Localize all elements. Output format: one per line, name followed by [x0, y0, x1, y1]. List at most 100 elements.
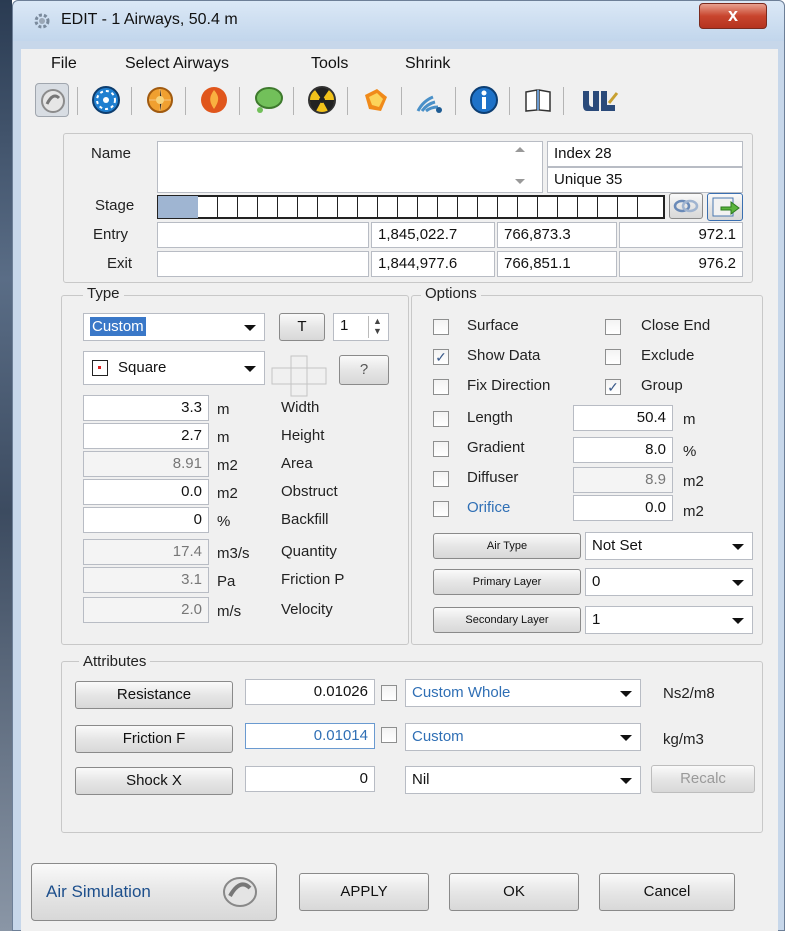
surface-label: Surface — [467, 317, 519, 334]
friction-factor-field[interactable]: 0.01014 — [245, 723, 375, 749]
regulator-icon[interactable] — [143, 83, 177, 117]
air-simulation-icon — [223, 877, 257, 907]
air-simulation-label: Air Simulation — [46, 882, 151, 901]
primary-layer-select[interactable]: 0 — [585, 568, 753, 596]
exclude-label: Exclude — [641, 347, 695, 364]
stepper-arrows-icon[interactable]: ▲ ▼ — [368, 316, 386, 338]
entry-x-field[interactable]: 1,845,022.7 — [371, 222, 495, 248]
exit-z-field[interactable]: 976.2 — [619, 251, 743, 277]
gradient-label: Gradient — [467, 439, 525, 456]
type-row-value: 2.0 — [83, 597, 209, 623]
fix-direction-checkbox[interactable] — [433, 379, 449, 395]
chevron-down-icon — [620, 735, 632, 741]
gradient-checkbox[interactable] — [433, 441, 449, 457]
close-button[interactable]: x — [699, 3, 767, 29]
resistance-button[interactable]: Resistance — [75, 681, 233, 709]
logo-icon[interactable] — [575, 83, 623, 117]
apply-button[interactable]: APPLY — [299, 873, 429, 911]
orifice-checkbox[interactable] — [433, 501, 449, 517]
stage-export-button[interactable] — [707, 193, 743, 221]
signal-icon[interactable] — [413, 83, 447, 117]
name-scroll-down-icon[interactable] — [515, 179, 525, 184]
stage-bar[interactable] — [157, 195, 665, 219]
type-row-value: 17.4 — [83, 539, 209, 565]
friction-factor-button[interactable]: Friction F — [75, 725, 233, 753]
gradient-field[interactable]: 8.0 — [573, 437, 673, 463]
surface-checkbox[interactable] — [433, 319, 449, 335]
entry-z-field[interactable]: 972.1 — [619, 222, 743, 248]
type-row-value[interactable]: 0.0 — [83, 479, 209, 505]
diffuser-field: 8.9 — [573, 467, 673, 493]
air-type-button[interactable]: Air Type — [433, 533, 581, 559]
menu-select-airways[interactable]: Select Airways — [125, 55, 229, 73]
shock-mode-select[interactable]: Nil — [405, 766, 641, 794]
stage-label: Stage — [95, 197, 135, 214]
length-field[interactable]: 50.4 — [573, 405, 673, 431]
air-type-select[interactable]: Not Set — [585, 532, 753, 560]
diffuser-checkbox[interactable] — [433, 471, 449, 487]
fire-icon[interactable] — [197, 83, 231, 117]
info-icon[interactable] — [467, 83, 501, 117]
airway-select-icon[interactable] — [35, 83, 69, 117]
radiation-icon[interactable] — [305, 83, 339, 117]
type-row-value[interactable]: 0 — [83, 507, 209, 533]
type-row-label: Height — [281, 427, 325, 444]
toolbar — [35, 83, 765, 119]
t-button[interactable]: T — [279, 313, 325, 341]
fix-direction-label: Fix Direction — [467, 377, 551, 394]
title-bar[interactable]: EDIT - 1 Airways, 50.4 m x — [13, 1, 784, 41]
secondary-layer-value: 1 — [592, 611, 601, 628]
exit-x-field[interactable]: 1,844,977.6 — [371, 251, 495, 277]
name-field[interactable] — [157, 141, 543, 193]
gas-icon[interactable] — [251, 83, 285, 117]
exclude-checkbox[interactable] — [605, 349, 621, 365]
resistance-mode-select[interactable]: Custom Whole — [405, 679, 641, 707]
type-select[interactable]: Custom — [83, 313, 265, 341]
close-end-label: Close End — [641, 317, 711, 334]
friction-mode-select[interactable]: Custom — [405, 723, 641, 751]
shock-x-button[interactable]: Shock X — [75, 767, 233, 795]
type-row-value[interactable]: 2.7 — [83, 423, 209, 449]
shape-select[interactable]: Square — [83, 351, 265, 385]
resistance-checkbox[interactable] — [381, 685, 397, 701]
shock-mode-value: Nil — [412, 771, 430, 788]
length-label: Length — [467, 409, 513, 426]
shock-x-field[interactable]: 0 — [245, 766, 375, 792]
menu-shrink[interactable]: Shrink — [405, 55, 450, 73]
type-row-value[interactable]: 3.3 — [83, 395, 209, 421]
orifice-label[interactable]: Orifice — [467, 499, 510, 516]
menu-file[interactable]: File — [51, 55, 77, 73]
exit-y-field[interactable]: 766,851.1 — [497, 251, 617, 277]
cancel-button[interactable]: Cancel — [599, 873, 735, 911]
name-scroll-up-icon[interactable] — [515, 147, 525, 152]
exit-label: Exit — [107, 255, 133, 272]
length-checkbox[interactable] — [433, 411, 449, 427]
resistance-value-field[interactable]: 0.01026 — [245, 679, 375, 705]
group-checkbox[interactable]: ✓ — [605, 379, 621, 395]
heat-icon[interactable] — [359, 83, 393, 117]
close-end-checkbox[interactable] — [605, 319, 621, 335]
menu-tools[interactable]: Tools — [311, 55, 348, 73]
air-simulation-button[interactable]: Air Simulation — [31, 863, 277, 921]
shape-select-value: Square — [118, 359, 167, 376]
type-row-label: Friction P — [281, 571, 345, 588]
book-icon[interactable] — [521, 83, 555, 117]
gradient-unit: % — [683, 443, 697, 460]
fan-icon[interactable] — [89, 83, 123, 117]
window-title: EDIT - 1 Airways, 50.4 m — [61, 11, 238, 28]
exit-name-field[interactable] — [157, 251, 369, 277]
diffuser-unit: m2 — [683, 473, 704, 490]
entry-y-field[interactable]: 766,873.3 — [497, 222, 617, 248]
primary-layer-button[interactable]: Primary Layer — [433, 569, 581, 595]
stage-link-button[interactable] — [669, 193, 703, 219]
section-count-stepper[interactable]: 1 ▲ ▼ — [333, 313, 389, 341]
secondary-layer-select[interactable]: 1 — [585, 606, 753, 634]
export-arrow-icon — [712, 197, 740, 217]
entry-name-field[interactable] — [157, 222, 369, 248]
friction-checkbox[interactable] — [381, 727, 397, 743]
secondary-layer-button[interactable]: Secondary Layer — [433, 607, 581, 633]
show-data-checkbox[interactable]: ✓ — [433, 349, 449, 365]
orifice-field[interactable]: 0.0 — [573, 495, 673, 521]
shape-help-button[interactable]: ? — [339, 355, 389, 385]
ok-button[interactable]: OK — [449, 873, 579, 911]
